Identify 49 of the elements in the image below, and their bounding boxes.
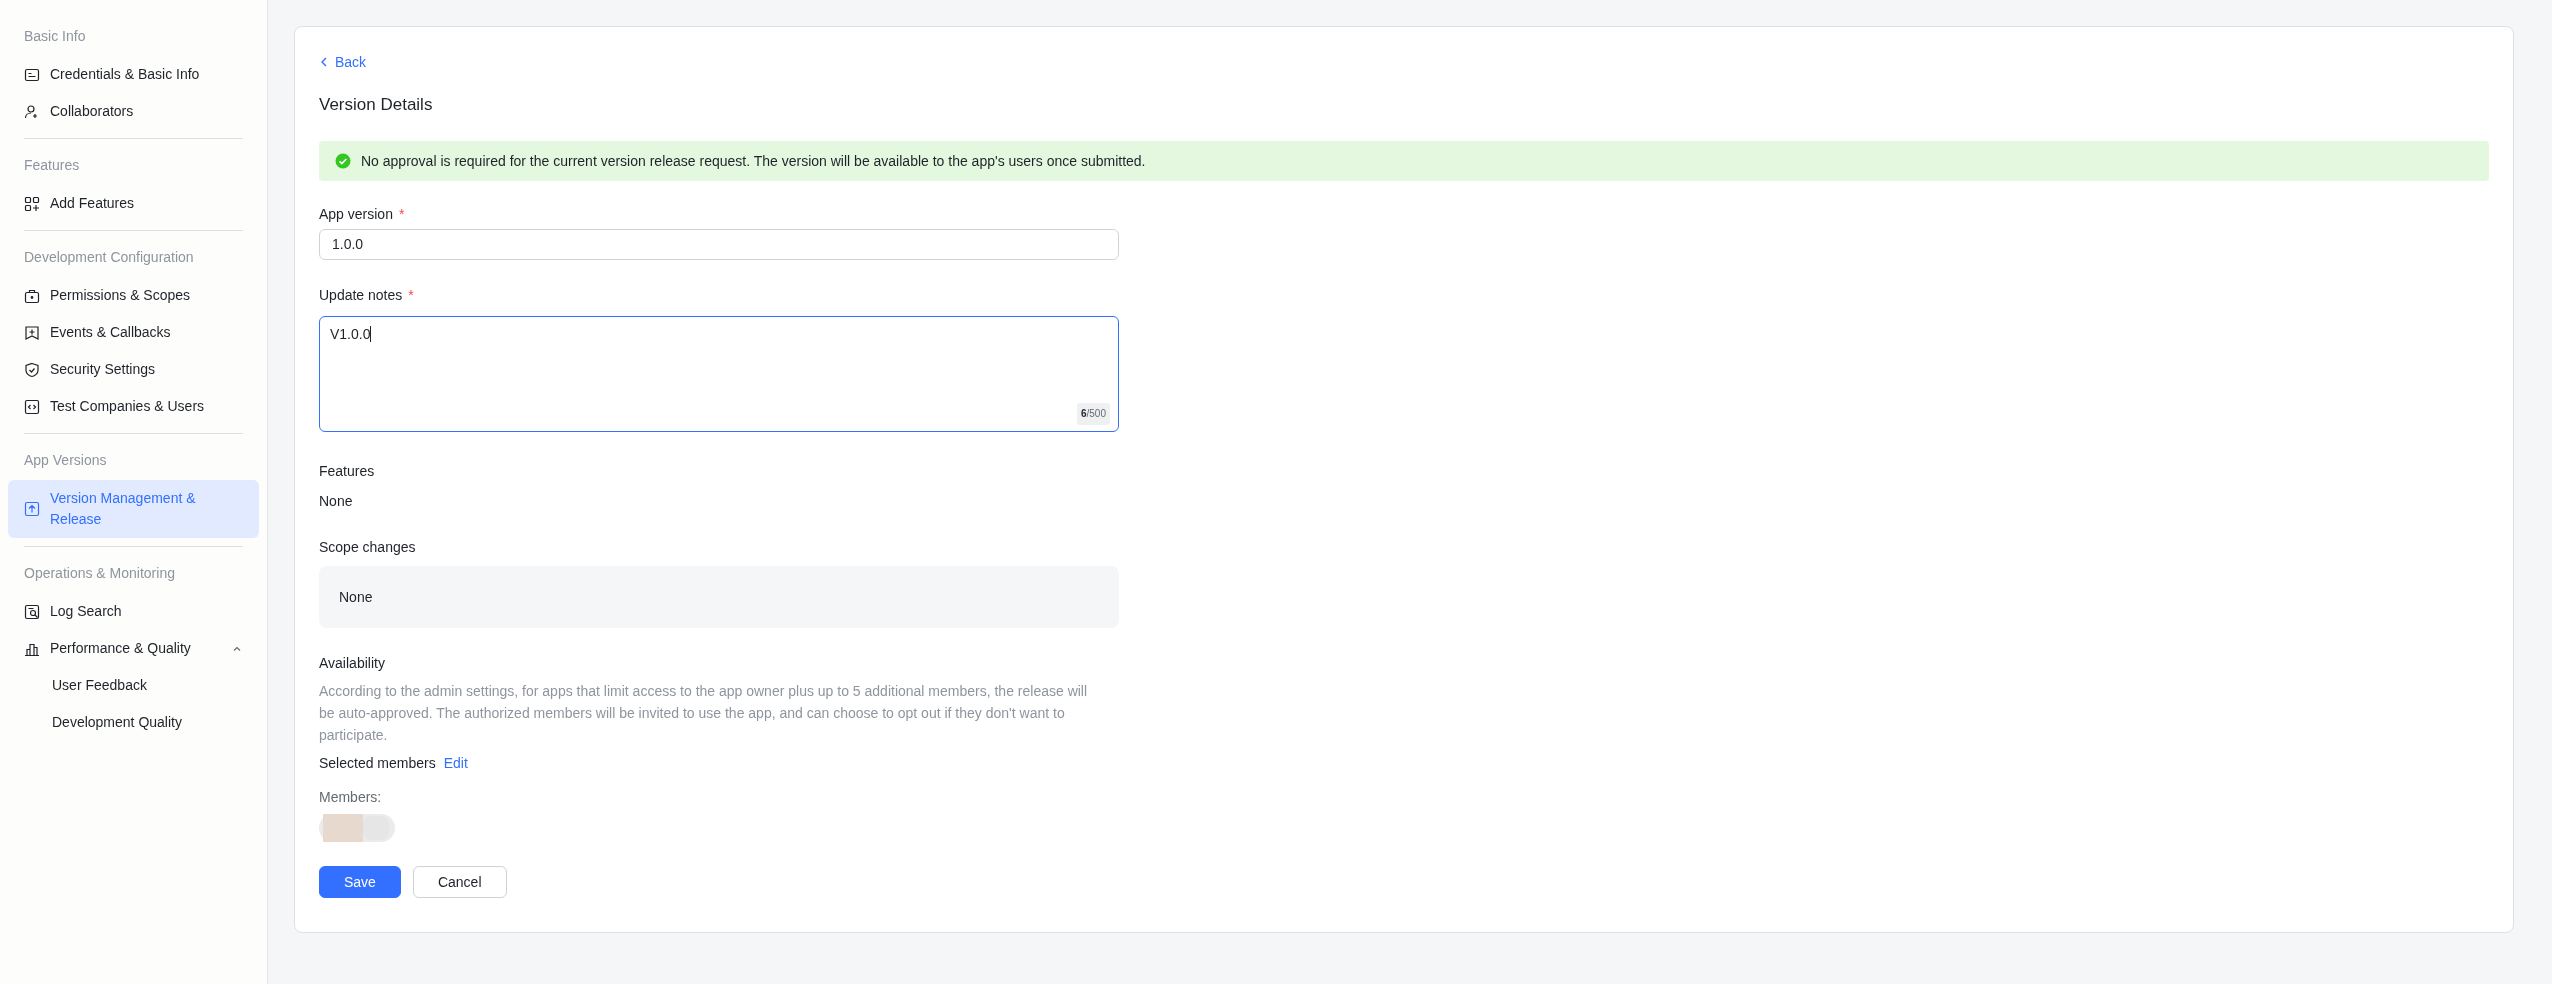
availability-description: According to the admin settings, for apps that limit access to the app owner plus up to 5 additional members, the release will be auto-approved. The authorized members will be invited to use the app, and can choose to opt out if they don't want to participate. [319, 682, 1089, 745]
upload-icon [24, 501, 40, 517]
page-title: Version Details [319, 95, 433, 116]
card-icon [24, 66, 40, 83]
section-label: Scope changes [319, 538, 416, 557]
members-label: Members: [319, 788, 382, 807]
features-value: None [319, 492, 353, 511]
section-label: Availability [319, 654, 385, 673]
briefcase-icon [24, 287, 40, 304]
nav-item[interactable]: Add Features [8, 185, 259, 222]
required-mark: * [398, 206, 405, 222]
grid-add-icon [24, 195, 40, 212]
save-button[interactable]: Save [319, 866, 401, 898]
section-label: Features [319, 462, 375, 481]
event-icon [24, 324, 40, 341]
nav-item[interactable]: Performance & Quality [8, 630, 259, 667]
section-title: App Versions [23, 451, 108, 470]
check-icon [335, 153, 351, 169]
back-link[interactable]: Back [319, 51, 367, 73]
nav-item[interactable]: Collaborators [8, 93, 259, 130]
nav-item[interactable]: Credentials & Basic Info [8, 56, 259, 93]
textarea-field[interactable]: V1.0.0 6/500 [319, 316, 1119, 432]
nav-item[interactable]: Security Settings [8, 351, 259, 388]
section-title: Operations & Monitoring [23, 564, 176, 583]
required-mark: * [408, 287, 414, 303]
field-label: Update notes [319, 287, 403, 303]
user-add-icon [24, 103, 40, 120]
nav-item[interactable]: Events & Callbacks [8, 314, 259, 351]
notice-text: No approval is required for the current version release request. The version will be available to the app's users once submitted. [361, 153, 1146, 169]
section-title: Basic Info [23, 27, 87, 46]
selected-members-label: Selected members [319, 754, 436, 773]
cancel-button[interactable]: Cancel [412, 866, 507, 898]
nav-subitem[interactable]: User Feedback [8, 667, 259, 704]
edit-link[interactable]: Edit [443, 752, 468, 774]
section-title: Features [23, 156, 81, 175]
log-icon [24, 603, 40, 620]
nav-item[interactable]: Log Search [8, 593, 259, 630]
character-counter: 6/500 [1076, 403, 1110, 425]
code-icon [24, 398, 40, 415]
shield-icon [24, 361, 40, 378]
chevron-left-icon [319, 56, 329, 68]
scope-value: None [339, 589, 373, 605]
field-label: App version [319, 206, 393, 222]
nav-item[interactable]: Version Management & Release [8, 480, 259, 538]
section-title: Development Configuration [23, 248, 195, 267]
input-field[interactable]: 1.0.0 [319, 229, 1119, 260]
nav-subitem[interactable]: Development Quality [8, 704, 259, 741]
nav-item[interactable]: Test Companies & Users [8, 388, 259, 425]
nav-item[interactable]: Permissions & Scopes [8, 277, 259, 314]
